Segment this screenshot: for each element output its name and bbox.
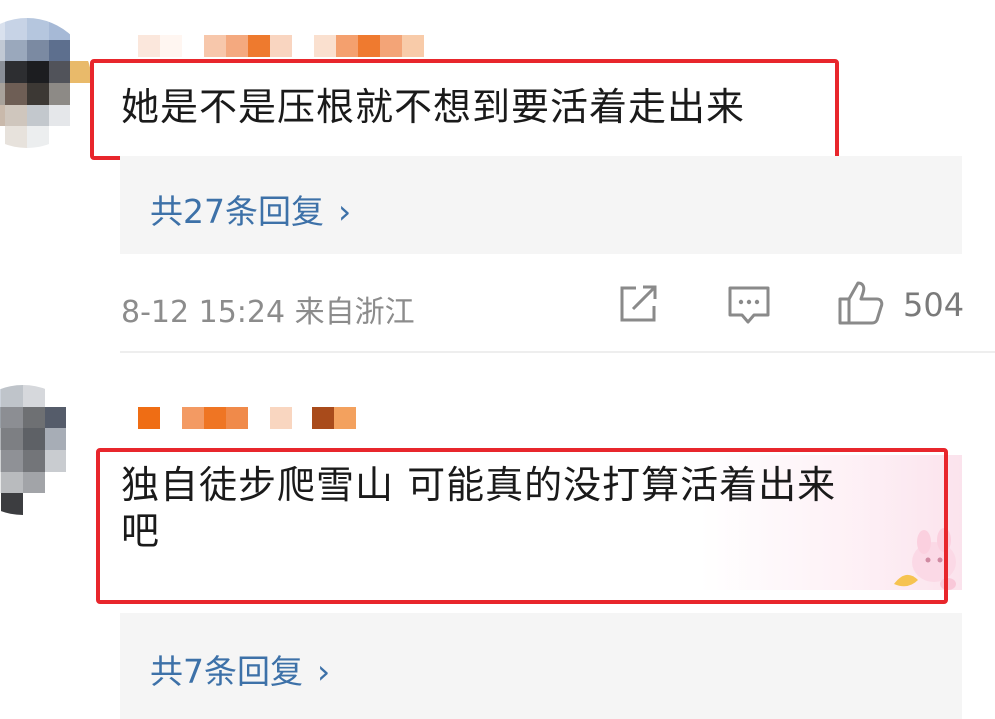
divider [120,351,995,353]
chevron-right-icon: › [317,652,331,691]
reply-count-label: 共7条回复 [150,652,303,691]
thumbs-up-icon[interactable] [836,279,886,327]
reply-count-label: 共27条回复 [150,192,324,231]
reply-box: 共27条回复 › [120,156,962,254]
avatar[interactable] [0,385,88,515]
reply-box: 共7条回复 › [120,613,962,719]
comment-icon[interactable] [726,284,772,328]
chevron-right-icon: › [338,192,352,231]
comment-text: 她是不是压根就不想到要活着走出来 [121,85,746,129]
comment-text: 独自徒步爬雪山 可能真的没打算活着出来 吧 [121,463,837,553]
username-blurred[interactable] [138,407,356,429]
view-replies-link[interactable]: 共27条回复 › [150,185,351,233]
like-count: 504 [903,286,965,324]
comment-meta: 8-12 15:24 来自浙江 [121,295,415,330]
avatar[interactable] [0,18,92,148]
share-icon[interactable] [617,283,661,325]
username-blurred[interactable] [138,35,424,57]
view-replies-link[interactable]: 共7条回复 › [150,645,330,693]
